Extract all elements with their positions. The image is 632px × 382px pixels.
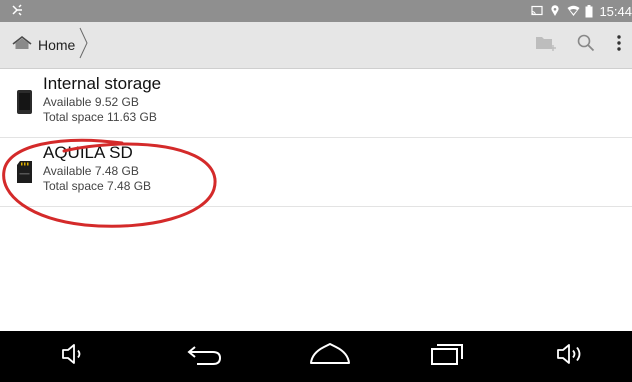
phone-device-icon — [16, 89, 34, 115]
new-folder-button[interactable] — [526, 22, 566, 68]
usb-debug-icon — [10, 3, 24, 17]
wifi-icon — [567, 5, 580, 17]
search-icon — [577, 34, 595, 57]
back-icon — [185, 341, 225, 372]
storage-item-text: AQUILA SD Available 7.48 GB Total space … — [43, 142, 151, 194]
storage-item-internal[interactable]: Internal storage Available 9.52 GB Total… — [0, 69, 632, 138]
recents-button[interactable] — [412, 331, 482, 382]
volume-up-button[interactable] — [535, 331, 605, 382]
storage-item-text: Internal storage Available 9.52 GB Total… — [43, 73, 161, 125]
cast-icon — [531, 5, 544, 17]
breadcrumb-label: Home — [38, 37, 76, 53]
storage-available: Available 7.48 GB — [43, 164, 139, 178]
action-bar: Home — [0, 22, 632, 69]
sd-card-icon — [16, 160, 34, 186]
storage-list: Internal storage Available 9.52 GB Total… — [0, 69, 632, 207]
recents-icon — [429, 341, 465, 372]
navigation-bar — [0, 331, 632, 382]
home-icon — [12, 35, 32, 56]
new-folder-icon — [535, 35, 557, 56]
storage-total: Total space 11.63 GB — [43, 110, 157, 124]
status-bar: 15:44 — [0, 0, 632, 22]
overflow-menu-icon — [617, 34, 621, 56]
storage-available: Available 9.52 GB — [43, 95, 139, 109]
location-icon — [549, 5, 561, 17]
search-button[interactable] — [566, 22, 606, 68]
volume-up-icon — [555, 341, 585, 372]
back-button[interactable] — [170, 331, 240, 382]
home-icon — [308, 341, 352, 372]
screen: 15:44 Home Internal storage Available 9.… — [0, 0, 632, 382]
action-icons — [526, 22, 632, 68]
breadcrumb-home[interactable]: Home — [12, 27, 89, 64]
battery-icon — [585, 5, 593, 18]
breadcrumb-chevron-icon — [79, 27, 89, 64]
volume-down-button[interactable] — [38, 331, 108, 382]
home-button[interactable] — [295, 331, 365, 382]
storage-total: Total space 7.48 GB — [43, 179, 152, 193]
storage-title: AQUILA SD — [43, 143, 133, 162]
volume-down-icon — [60, 341, 86, 372]
status-icons: 15:44 — [531, 0, 632, 22]
storage-title: Internal storage — [43, 74, 162, 93]
status-time: 15:44 — [599, 3, 632, 19]
overflow-menu-button[interactable] — [606, 22, 632, 68]
storage-item-sd[interactable]: AQUILA SD Available 7.48 GB Total space … — [0, 138, 632, 207]
